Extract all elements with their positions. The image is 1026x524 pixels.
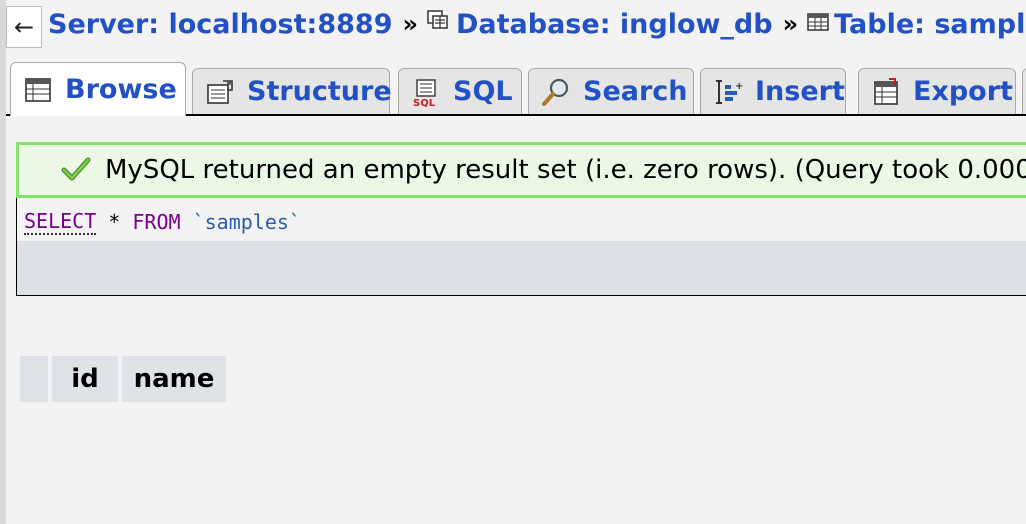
sql-query-toolbar bbox=[17, 241, 1026, 295]
column-header-id[interactable]: id bbox=[52, 356, 118, 402]
tab-label: Browse bbox=[65, 74, 177, 105]
tab-label: Structure bbox=[247, 76, 392, 107]
result-table-header: id name bbox=[20, 356, 226, 402]
breadcrumb-separator: » bbox=[402, 10, 418, 38]
column-header-empty bbox=[20, 356, 48, 402]
breadcrumb: Server: localhost:8889 » Database: inglo… bbox=[48, 4, 1026, 44]
tab-bar: Browse Structure SQL SQL Search + Insert… bbox=[6, 62, 1026, 116]
breadcrumb-table-label: Table: samples bbox=[834, 8, 1026, 40]
sql-keyword-select[interactable]: SELECT bbox=[24, 209, 97, 235]
tab-search[interactable]: Search bbox=[528, 68, 694, 114]
tab-label: Export bbox=[913, 76, 1013, 107]
database-icon bbox=[426, 9, 452, 40]
tab-more[interactable] bbox=[1022, 68, 1026, 114]
breadcrumb-table-link[interactable]: Table: samples bbox=[806, 9, 1026, 40]
tab-label: Search bbox=[583, 76, 688, 107]
table-icon bbox=[806, 9, 830, 40]
tab-export[interactable]: Export bbox=[858, 68, 1016, 114]
success-message-text: MySQL returned an empty result set (i.e.… bbox=[105, 155, 1026, 185]
tab-sql[interactable]: SQL SQL bbox=[398, 68, 522, 114]
check-icon bbox=[61, 155, 91, 185]
tab-structure[interactable]: Structure bbox=[192, 68, 392, 114]
column-header-name[interactable]: name bbox=[122, 356, 226, 402]
sql-space bbox=[181, 210, 193, 234]
insert-icon: + bbox=[713, 77, 743, 107]
search-icon bbox=[541, 77, 571, 107]
breadcrumb-database-link[interactable]: Database: inglow_db bbox=[426, 9, 773, 40]
export-icon bbox=[871, 77, 901, 107]
breadcrumb-separator: » bbox=[782, 10, 799, 38]
sql-keyword-from: FROM bbox=[132, 210, 181, 234]
sql-star: * bbox=[96, 210, 133, 234]
tab-insert[interactable]: + Insert bbox=[700, 68, 846, 114]
breadcrumb-database-label: Database: inglow_db bbox=[456, 8, 773, 40]
tab-browse[interactable]: Browse bbox=[10, 62, 186, 116]
svg-text:SQL: SQL bbox=[413, 98, 436, 107]
sql-query[interactable]: SELECT * FROM `samples` bbox=[24, 206, 301, 238]
svg-text:+: + bbox=[735, 81, 743, 92]
sql-icon: SQL bbox=[411, 77, 441, 107]
sql-query-box: SELECT * FROM `samples` bbox=[16, 198, 1026, 296]
tab-label: Insert bbox=[755, 76, 845, 107]
browse-icon bbox=[23, 75, 53, 105]
tab-label: SQL bbox=[453, 76, 513, 107]
sql-table-identifier: `samples` bbox=[192, 210, 301, 234]
back-button[interactable]: ← bbox=[6, 6, 42, 48]
breadcrumb-server-link[interactable]: Server: localhost:8889 bbox=[48, 9, 392, 40]
success-message: MySQL returned an empty result set (i.e.… bbox=[16, 142, 1026, 198]
structure-icon bbox=[205, 77, 235, 107]
